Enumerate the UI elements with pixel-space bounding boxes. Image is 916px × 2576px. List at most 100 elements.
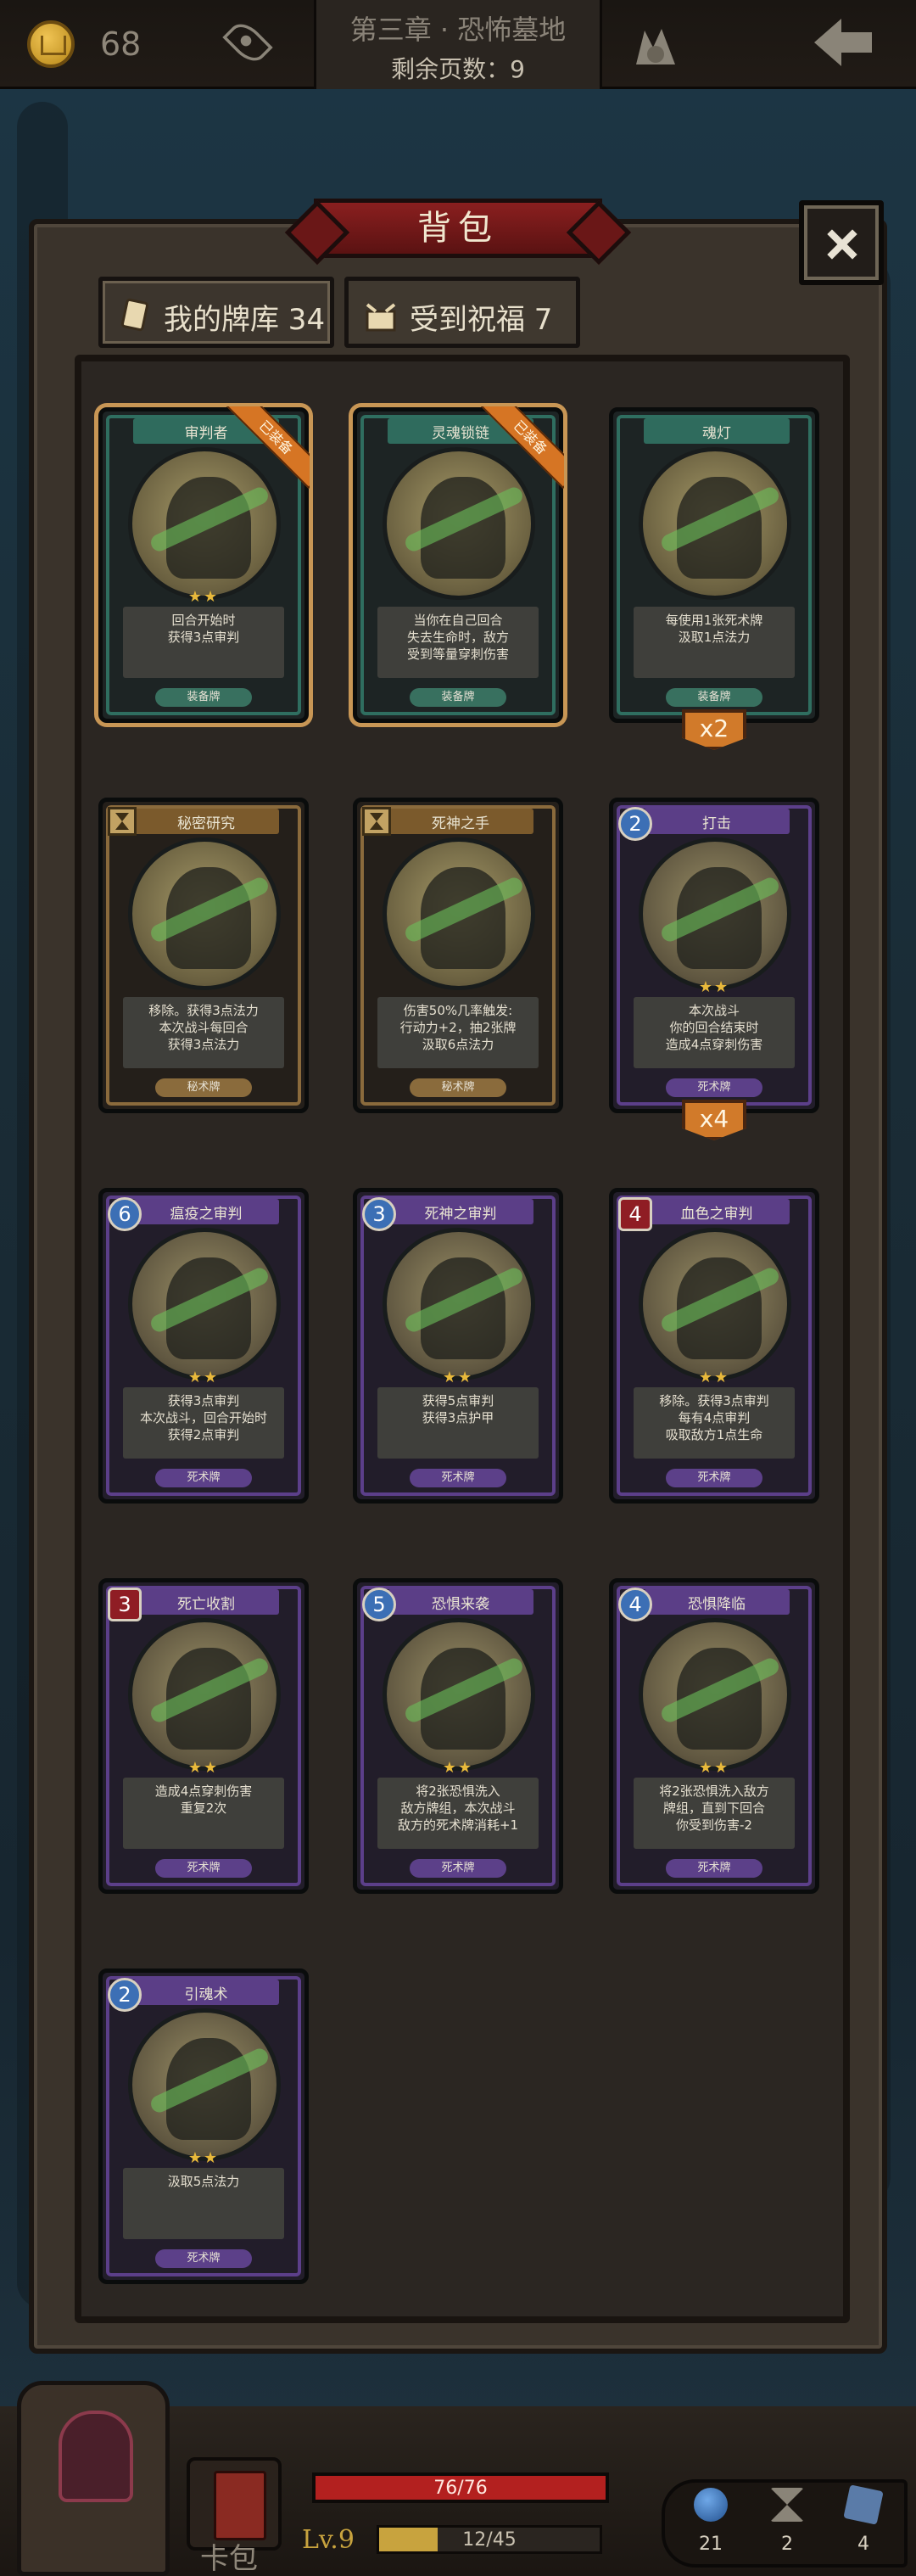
card-name-bar: 魂灯 bbox=[644, 418, 790, 444]
hp-text: 76/76 bbox=[433, 2478, 488, 2499]
card-name: 恐惧来袭 bbox=[432, 1596, 489, 1613]
card-name: 秘密研究 bbox=[177, 815, 235, 832]
card-name-bar: 死亡收割 bbox=[133, 1589, 279, 1615]
card[interactable]: 3 死亡收割 ★★ 造成4点穿刺伤害 重复2次 死术牌 bbox=[98, 1578, 309, 1894]
chapter-plate: 第三章 · 恐怖墓地 剩余页数：9 bbox=[314, 0, 602, 89]
card-type: 死术牌 bbox=[155, 1469, 252, 1487]
card-name: 魂灯 bbox=[702, 425, 731, 442]
card[interactable]: 6 瘟疫之审判 ★★ 获得3点审判 本次战斗，回合开始时 获得2点审判死术牌 bbox=[98, 1188, 309, 1504]
chapter-title: 第三章 · 恐怖墓地 bbox=[349, 14, 567, 46]
card-type: 死术牌 bbox=[410, 1469, 506, 1487]
level-label: Lv.9 bbox=[302, 2525, 355, 2555]
card[interactable]: 5 恐惧来袭 ★★ 将2张恐惧洗入 敌方牌组，本次战斗 敌方的死术牌消耗+1 死术牌 bbox=[353, 1578, 563, 1894]
card-name: 打击 bbox=[702, 815, 731, 832]
card-art bbox=[128, 1618, 281, 1771]
stat-mana[interactable]: 21 bbox=[685, 2488, 736, 2555]
card-name: 引魂术 bbox=[184, 1986, 228, 2003]
coin-count: 68 bbox=[100, 25, 142, 63]
card[interactable]: 灵魂锁链 当你在自己回合 失去生命时，敌方 受到等量穿刺伤害 装备牌 已装备 bbox=[353, 406, 564, 723]
card-description: 获得5点审判 获得3点护甲 bbox=[377, 1387, 539, 1459]
card-description: 移除。获得3点法力 本次战斗每回合 获得3点法力 bbox=[123, 997, 284, 1068]
hourglass-icon bbox=[770, 2488, 804, 2522]
card-stars: ★★ bbox=[187, 2149, 220, 2167]
card-cost: 3 bbox=[362, 1197, 396, 1231]
card-cost: 5 bbox=[362, 1588, 396, 1621]
card-stars: ★★ bbox=[442, 1759, 474, 1777]
hourglass-icon bbox=[108, 807, 137, 836]
back-arrow-icon[interactable] bbox=[811, 15, 875, 70]
card-cost: 4 bbox=[618, 1588, 652, 1621]
card-name-bar: 秘密研究 bbox=[133, 809, 279, 834]
equipped-label: 已装备 bbox=[479, 406, 564, 490]
card-cost: 4 bbox=[618, 1197, 652, 1231]
card-type: 死术牌 bbox=[410, 1859, 506, 1878]
card-name-bar: 恐惧来袭 bbox=[388, 1589, 533, 1615]
card-name: 瘟疫之审判 bbox=[170, 1206, 243, 1223]
card-description: 伤害50%几率触发: 行动力+2，抽2张牌 汲取6点法力 bbox=[377, 997, 539, 1068]
stats-plate: 21 2 4 bbox=[662, 2479, 908, 2568]
card-description: 汲取5点法力 bbox=[123, 2168, 284, 2239]
card-description: 本次战斗 你的回合结束时 造成4点穿刺伤害 bbox=[634, 997, 795, 1068]
character-portrait[interactable] bbox=[17, 2381, 170, 2576]
card-name-bar: 死神之审判 bbox=[388, 1199, 533, 1224]
stat-cards[interactable]: 4 bbox=[838, 2484, 889, 2555]
card-type: 死术牌 bbox=[666, 1859, 762, 1878]
card-name-bar: 死神之手 bbox=[388, 809, 533, 834]
card-name-bar: 血色之审判 bbox=[644, 1199, 790, 1224]
card-art bbox=[383, 1228, 535, 1380]
tab-blessings-label: 受到祝福 7 bbox=[410, 303, 553, 337]
eye-icon[interactable] bbox=[222, 17, 273, 68]
pet-icon[interactable] bbox=[628, 22, 684, 68]
card-name: 恐惧降临 bbox=[688, 1596, 746, 1613]
gift-icon bbox=[366, 303, 396, 332]
card[interactable]: 2 打击 ★★ 本次战斗 你的回合结束时 造成4点穿刺伤害死术牌 bbox=[609, 798, 819, 1113]
hourglass-icon bbox=[362, 807, 391, 836]
card-description: 获得3点审判 本次战斗，回合开始时 获得2点审判 bbox=[123, 1387, 284, 1459]
card-stack-icon bbox=[843, 2484, 884, 2525]
card-type: 死术牌 bbox=[666, 1078, 762, 1097]
card-cost: 2 bbox=[618, 807, 652, 841]
card[interactable]: 3 死神之审判 ★★ 获得5点审判 获得3点护甲死术牌 bbox=[353, 1188, 563, 1504]
card-stars: ★★ bbox=[698, 1369, 730, 1386]
cards-icon bbox=[120, 298, 149, 332]
card-name-bar: 引魂术 bbox=[133, 1980, 279, 2005]
card-cost: 6 bbox=[108, 1197, 142, 1231]
card-name: 血色之审判 bbox=[680, 1206, 753, 1223]
card-description: 每使用1张死术牌 汲取1点法力 bbox=[634, 607, 795, 678]
card[interactable]: 死神之手伤害50%几率触发: 行动力+2，抽2张牌 汲取6点法力秘术牌 bbox=[353, 798, 563, 1113]
card[interactable]: 秘密研究移除。获得3点法力 本次战斗每回合 获得3点法力秘术牌 bbox=[98, 798, 309, 1113]
card-stars: ★★ bbox=[187, 1369, 220, 1386]
deck-label[interactable]: 卡包 bbox=[200, 2535, 258, 2576]
card-name: 死神之手 bbox=[432, 815, 489, 832]
card-name: 死神之审判 bbox=[424, 1206, 497, 1223]
card-type: 秘术牌 bbox=[155, 1078, 252, 1097]
backpack-header: 背包 bbox=[288, 188, 628, 268]
card-name: 死亡收割 bbox=[177, 1596, 235, 1613]
card[interactable]: 4 恐惧降临 ★★ 将2张恐惧洗入敌方 牌组，直到下回合 你受到伤害-2 死术牌 bbox=[609, 1578, 819, 1894]
card-stars: ★★ bbox=[698, 978, 730, 996]
card-art bbox=[128, 837, 281, 990]
card[interactable]: 2 引魂术 ★★ 汲取5点法力 死术牌 bbox=[98, 1968, 309, 2284]
stat-action[interactable]: 2 bbox=[762, 2488, 813, 2555]
tab-blessings[interactable]: 受到祝福 7 bbox=[344, 277, 580, 348]
card-stars: ★★ bbox=[442, 1369, 474, 1386]
card-stars: ★★ bbox=[187, 1759, 220, 1777]
card-type: 装备牌 bbox=[666, 688, 762, 707]
card-name-bar: 瘟疫之审判 bbox=[133, 1199, 279, 1224]
card-type: 装备牌 bbox=[155, 688, 252, 707]
card-name-bar: 恐惧降临 bbox=[644, 1589, 790, 1615]
card-type: 死术牌 bbox=[666, 1469, 762, 1487]
card[interactable]: 审判者 ★★ 回合开始时 获得3点审判 装备牌 已装备 bbox=[98, 406, 310, 723]
card[interactable]: 4 血色之审判 ★★ 移除。获得3点审判 每有4点审判 吸取敌方1点生命 死术牌 bbox=[609, 1188, 819, 1504]
top-bar: 68 第三章 · 恐怖墓地 剩余页数：9 bbox=[0, 0, 916, 89]
card-description: 将2张恐惧洗入敌方 牌组，直到下回合 你受到伤害-2 bbox=[634, 1778, 795, 1849]
card-art bbox=[639, 1228, 791, 1380]
card[interactable]: 魂灯每使用1张死术牌 汲取1点法力装备牌 bbox=[609, 407, 819, 723]
stat-cards-value: 4 bbox=[857, 2534, 869, 2555]
close-button[interactable] bbox=[799, 200, 884, 285]
stat-mana-value: 21 bbox=[699, 2534, 723, 2555]
card-art bbox=[639, 1618, 791, 1771]
tab-my-deck-label: 我的牌库 34 bbox=[164, 303, 326, 337]
card-type: 秘术牌 bbox=[410, 1078, 506, 1097]
tab-my-deck[interactable]: 我的牌库 34 bbox=[98, 277, 334, 348]
